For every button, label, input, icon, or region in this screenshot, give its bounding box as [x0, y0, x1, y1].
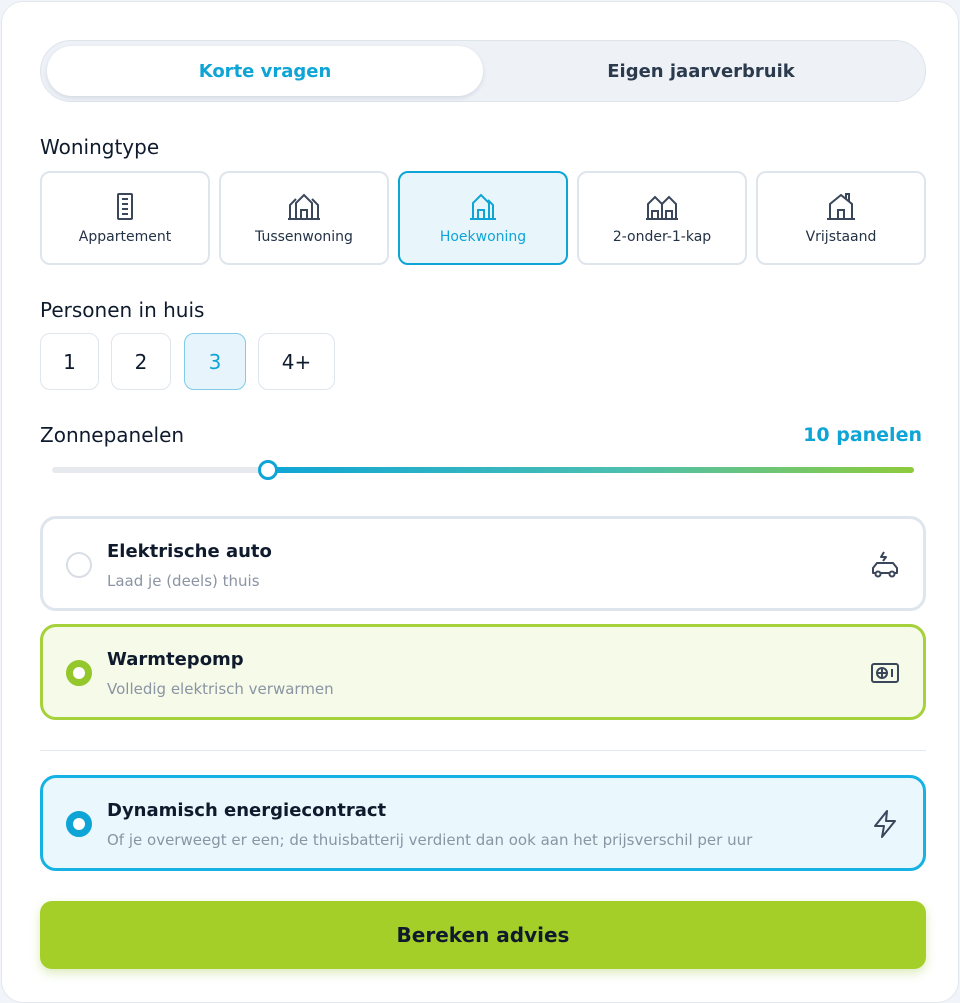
- electric-car-icon: [872, 551, 898, 578]
- woningtype-option-tussenwoning[interactable]: Tussenwoning: [219, 171, 389, 265]
- personen-label: Personen in huis: [40, 298, 205, 322]
- panels-count-value: 10 panelen: [803, 424, 922, 446]
- woningtype-option-label: 2-onder-1-kap: [612, 229, 712, 245]
- bereken-advies-button[interactable]: Bereken advies: [40, 901, 926, 969]
- woningtype-option-label: Hoekwoning: [439, 229, 527, 245]
- calculator-card: Korte vragen Eigen jaarverbruik Woningty…: [1, 1, 959, 1003]
- option-title: Warmtepomp: [107, 649, 244, 670]
- option-title: Dynamisch energiecontract: [107, 800, 387, 821]
- option-elektrische-auto[interactable]: Elektrische auto Laad je (deels) thuis: [40, 516, 926, 611]
- personen-option-1[interactable]: 1: [40, 333, 99, 390]
- zonnepanelen-label: Zonnepanelen: [40, 423, 185, 447]
- semi-detached-icon: [646, 195, 678, 220]
- woningtype-option-hoekwoning[interactable]: Hoekwoning: [398, 171, 568, 265]
- woningtype-option-2-onder-1-kap[interactable]: 2-onder-1-kap: [577, 171, 747, 265]
- dynamisch-energiecontract-radio[interactable]: [66, 811, 92, 837]
- elektrische-auto-radio[interactable]: [66, 552, 92, 578]
- woningtype-option-label: Appartement: [78, 229, 172, 245]
- woningtype-option-label: Vrijstaand: [805, 229, 877, 245]
- option-subtitle: Laad je (deels) thuis: [107, 572, 260, 590]
- option-subtitle: Of je overweegt er een; de thuisbatterij…: [107, 831, 753, 849]
- warmtepomp-radio[interactable]: [66, 660, 92, 686]
- woningtype-option-label: Tussenwoning: [255, 229, 353, 245]
- tab-eigen-jaarverbruik[interactable]: Eigen jaarverbruik: [483, 46, 919, 96]
- divider: [40, 750, 926, 751]
- option-warmtepomp[interactable]: Warmtepomp Volledig elektrisch verwarmen: [40, 624, 926, 720]
- option-dynamisch-energiecontract[interactable]: Dynamisch energiecontract Of je overweeg…: [40, 775, 926, 871]
- personen-option-4-plus[interactable]: 4+: [258, 333, 335, 390]
- tab-korte-vragen[interactable]: Korte vragen: [47, 46, 483, 96]
- detached-house-icon: [827, 193, 855, 220]
- woningtype-label: Woningtype: [40, 135, 160, 159]
- option-subtitle: Volledig elektrisch verwarmen: [107, 680, 334, 698]
- heat-pump-icon: [871, 663, 899, 683]
- zonnepanelen-slider-thumb[interactable]: [257, 460, 278, 480]
- apartment-icon: [117, 193, 133, 220]
- corner-house-icon: [470, 193, 496, 220]
- zonnepanelen-slider-fill: [267, 467, 914, 473]
- personen-option-3[interactable]: 3: [184, 333, 246, 390]
- personen-option-2[interactable]: 2: [111, 333, 171, 390]
- mode-tabs: Korte vragen Eigen jaarverbruik: [40, 40, 926, 102]
- woningtype-option-vrijstaand[interactable]: Vrijstaand: [756, 171, 926, 265]
- terraced-house-icon: [288, 193, 320, 220]
- lightning-icon: [874, 810, 896, 838]
- option-title: Elektrische auto: [107, 541, 272, 562]
- zonnepanelen-slider-track[interactable]: [52, 467, 914, 473]
- woningtype-option-appartement[interactable]: Appartement: [40, 171, 210, 265]
